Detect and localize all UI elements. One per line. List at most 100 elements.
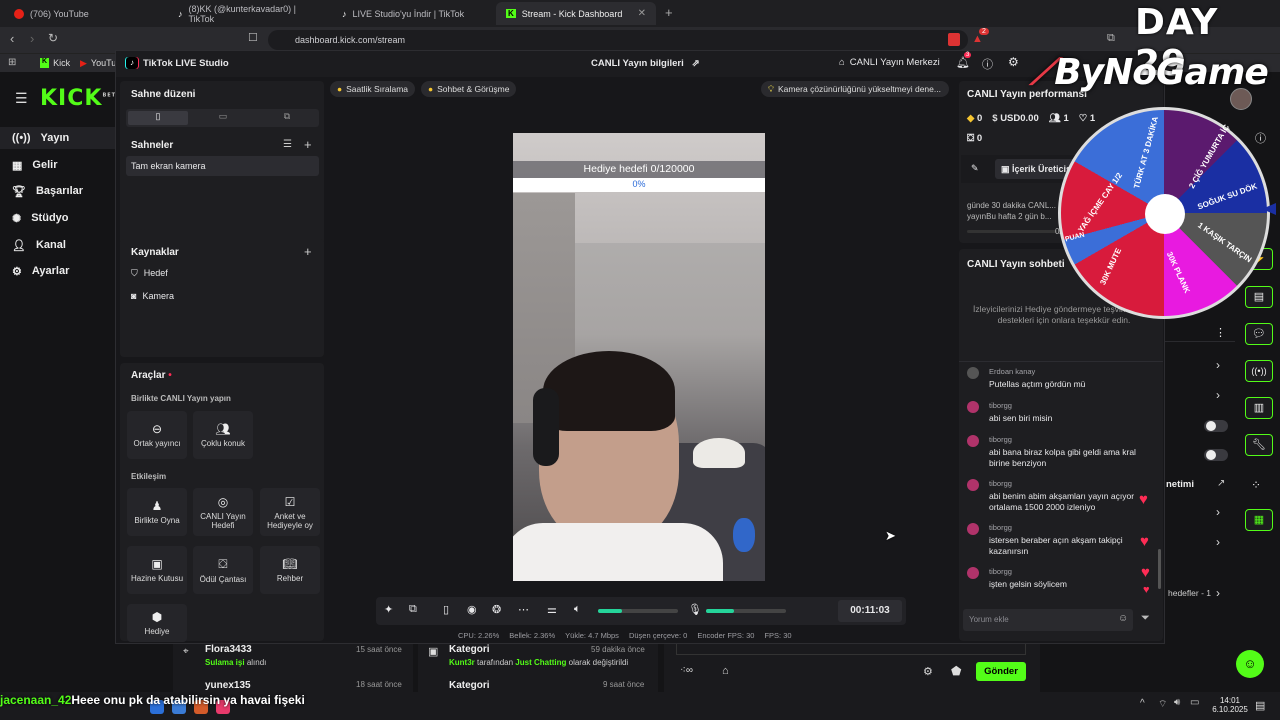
support-button[interactable]: ☺ [1236, 650, 1264, 678]
clock[interactable]: 14:01 6.10.2025 [1208, 696, 1252, 714]
layout-portrait-button[interactable]: ▯ [128, 111, 188, 125]
tab-youtube[interactable]: (706) YouTube [4, 2, 164, 25]
live-info-link[interactable]: CANLI Yayın bilgileri ⇗ [591, 58, 700, 69]
tray-chevron-icon[interactable]: ^ [1140, 698, 1145, 709]
chat-user[interactable]: tiborgg [989, 401, 1147, 410]
poll-button[interactable]: ☑ Anket ve Hediyeyle oy [260, 488, 320, 536]
more-icon[interactable]: ⋮ [1215, 326, 1226, 339]
tab-tiktok-studio[interactable]: ♪ LIVE Studio'yu İndir | TikTok [332, 2, 492, 25]
url-field[interactable]: dashboard.kick.com/stream [268, 30, 968, 50]
volume-slider[interactable] [598, 609, 678, 613]
settings-sliders-icon[interactable]: ⚌ [547, 603, 557, 616]
menu-icon[interactable]: ☰ [15, 90, 28, 107]
kick-nav-achievements[interactable]: 🏆︎ Başarılar [12, 180, 112, 202]
new-tab-button[interactable]: + [665, 5, 673, 20]
kick-tool-doc[interactable]: ▤ [1245, 286, 1273, 308]
chat-user[interactable]: tiborgg [989, 567, 1147, 576]
tab-tiktok-profile[interactable]: ♪ (8)KK (@kunterkavadar0) | TikTok [168, 2, 328, 25]
source-item[interactable]: ⛉ Hedef [131, 268, 168, 279]
apps-icon[interactable]: ⊞ [8, 57, 16, 68]
live-goal-button[interactable]: ◎ CANLI Yayın Hedefi [193, 488, 253, 536]
kick-nav-settings[interactable]: ⚙ Ayarlar [12, 260, 112, 282]
layout-multi-button[interactable]: ⧉ [257, 111, 317, 125]
record-icon[interactable]: ◉ [467, 603, 477, 616]
phone-icon[interactable]: ▯ [443, 603, 449, 616]
chat-user[interactable]: tiborgg [989, 523, 1147, 532]
mic-slider[interactable] [706, 609, 786, 613]
external-link-icon[interactable]: ↗ [1217, 478, 1225, 489]
emote-icon[interactable]: ⁖∞ [680, 665, 693, 676]
emoji-icon[interactable]: ☺ [1118, 613, 1128, 624]
list-icon[interactable]: ☰ [283, 139, 292, 150]
source-item[interactable]: ◙ Kamera [131, 291, 174, 301]
chat-user[interactable]: tiborgg [989, 479, 1147, 488]
kick-nav-channel[interactable]: 👤︎ Kanal [12, 234, 112, 256]
live-center-button[interactable]: ⌂ CANLI Yayın Merkezi [839, 57, 940, 68]
add-scene-button[interactable]: + [304, 137, 312, 152]
scene-item[interactable]: Tam ekran kamera [126, 156, 319, 176]
kick-chat-input[interactable] [676, 643, 1026, 655]
user-edit-icon[interactable]: ✎ [971, 163, 979, 174]
filter-icon[interactable]: ⏷ [1141, 612, 1150, 625]
back-icon[interactable]: ‹ [10, 31, 14, 46]
forward-icon[interactable]: › [30, 31, 34, 46]
effects-icon[interactable]: ❂ [492, 603, 501, 616]
help-icon[interactable]: ⓘ [982, 56, 993, 72]
toggle-switch[interactable] [1204, 420, 1228, 432]
kick-tool-broadcast[interactable]: ((•)) [1245, 360, 1273, 382]
kick-tool-wrench[interactable]: 🔧︎ [1245, 434, 1273, 456]
event-user[interactable]: yunex135 [205, 680, 251, 691]
notification-icon[interactable]: ▤ [1255, 699, 1265, 712]
kick-nav-stream[interactable]: ((•)) Yayın [0, 127, 115, 149]
chat-user[interactable]: Erdoan kanay [989, 367, 1147, 376]
chat-user[interactable]: tiborgg [989, 435, 1147, 444]
toggle-switch[interactable] [1204, 449, 1228, 461]
magic-wand-icon[interactable]: ✦ [384, 603, 393, 616]
send-button[interactable]: Gönder [976, 662, 1026, 681]
gear-icon[interactable]: ⚙ [1008, 55, 1019, 69]
screen-share-icon[interactable]: ⧉ [409, 603, 417, 616]
bot-icon[interactable]: ⬟ [951, 664, 961, 678]
chevron-right-icon[interactable]: › [1216, 586, 1220, 600]
co-host-button[interactable]: ⊖ Ortak yayıncı [127, 411, 187, 459]
kick-logo[interactable]: KICKBETA [40, 86, 121, 111]
chevron-right-icon[interactable]: › [1216, 358, 1220, 372]
kick-nav-revenue[interactable]: ▦ Gelir [12, 154, 112, 176]
event-user[interactable]: Flora3433 [205, 644, 252, 655]
extensions-icon[interactable]: ⧉ [1107, 32, 1115, 45]
tab-kick-dashboard[interactable]: K Stream - Kick Dashboard ✕ [496, 2, 656, 25]
chevron-right-icon[interactable]: › [1216, 505, 1220, 519]
reload-icon[interactable]: ↻ [48, 31, 58, 45]
wifi-icon[interactable]: ⌔ [1158, 698, 1167, 711]
layout-landscape-button[interactable]: ▭ [193, 111, 253, 125]
chat-input[interactable]: Yorum ekle ☺ [963, 609, 1133, 631]
kick-tool-dots[interactable]: ⁘ [1251, 478, 1261, 492]
bookmark-kick[interactable]: K Kick [40, 58, 70, 68]
chevron-right-icon[interactable]: › [1216, 535, 1220, 549]
multi-guest-button[interactable]: 👥︎ Çoklu konuk [193, 411, 253, 459]
play-together-button[interactable]: ♟ Birlikte Oyna [127, 488, 187, 536]
hourly-ranking-chip[interactable]: ● Saatlik Sıralama [330, 81, 416, 97]
kick-nav-studio[interactable]: ✺ Stüdyo [12, 207, 112, 229]
kick-tool-chat[interactable]: 💬︎ [1245, 323, 1273, 345]
speaker-icon[interactable]: 🔈︎ [574, 603, 581, 616]
shield-icon[interactable] [948, 33, 960, 46]
store-icon[interactable]: ⌂ [722, 665, 729, 677]
bookmark-icon[interactable]: ☐ [248, 31, 258, 44]
kick-tool-layout[interactable]: ▥ [1245, 397, 1273, 419]
close-tab-icon[interactable]: ✕ [638, 8, 646, 19]
battery-icon[interactable]: ▭ [1190, 697, 1199, 708]
treasure-box-button[interactable]: ▣ Hazine Kutusu [127, 546, 187, 594]
reward-bag-button[interactable]: ⛋ Ödül Çantası [193, 546, 253, 594]
camera-tip-chip[interactable]: 💡︎ Kamera çözünürlüğünü yükseltmeyi dene.… [761, 81, 949, 97]
chat-scrollbar[interactable] [1158, 549, 1161, 589]
volume-icon[interactable]: 🔊︎ [1174, 697, 1180, 708]
microphone-icon[interactable]: 🎙︎ [688, 603, 702, 616]
info-icon[interactable]: ⓘ [1255, 130, 1266, 146]
chat-meet-chip[interactable]: ● Sohbet & Görüşme [421, 81, 517, 97]
gear-icon[interactable]: ⚙ [923, 665, 933, 678]
guide-button[interactable]: 📖︎ Rehber [260, 546, 320, 594]
chevron-right-icon[interactable]: › [1216, 388, 1220, 402]
bookmark-youtube[interactable]: ▶ YouTu [80, 58, 116, 69]
avatar[interactable] [1230, 88, 1252, 110]
